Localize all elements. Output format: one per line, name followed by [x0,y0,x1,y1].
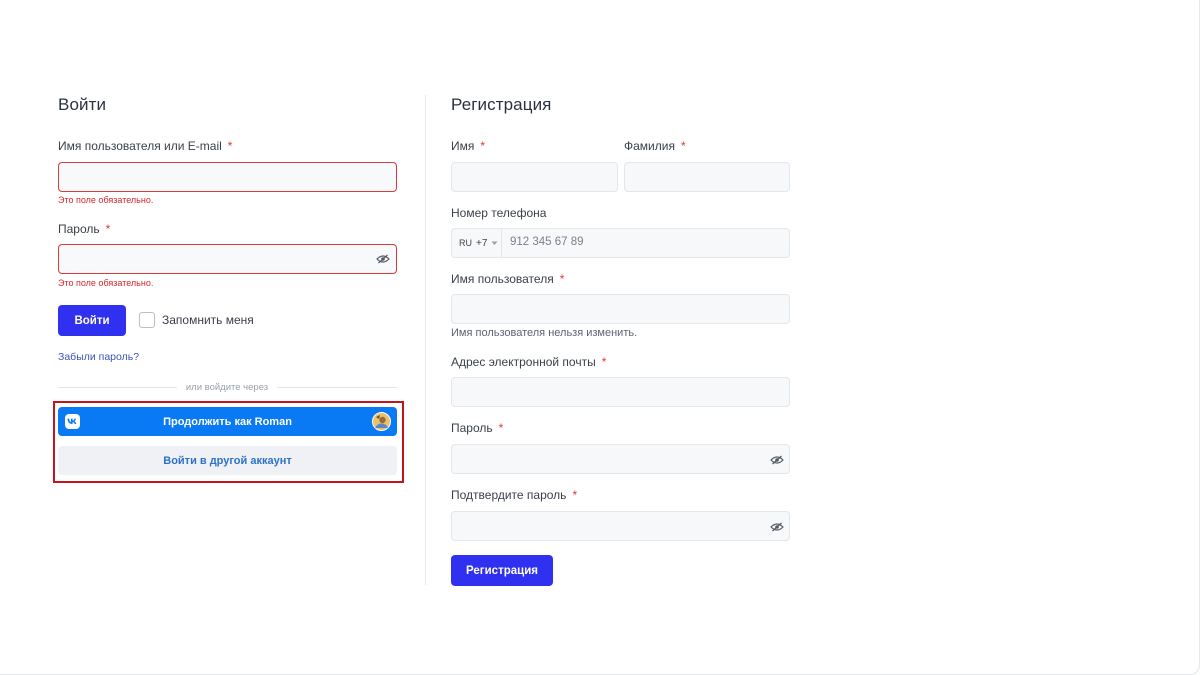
login-username-error: Это поле обязательно. [58,195,154,205]
remember-me-checkbox[interactable] [139,312,155,328]
divider-left [58,387,177,388]
required-mark: * [601,355,607,369]
divider-right [277,387,397,388]
chevron-down-icon [491,241,498,245]
last-name-input[interactable] [624,162,790,192]
register-username-input[interactable] [451,294,790,324]
register-username-label: Имя пользователя * [451,272,565,286]
email-input[interactable] [451,377,790,407]
vk-logo-icon [65,414,80,429]
required-mark: * [559,272,565,286]
required-mark: * [227,139,233,153]
eye-slash-icon[interactable] [770,455,784,465]
eye-slash-icon[interactable] [770,522,784,532]
email-label: Адрес электронной почты * [451,355,607,369]
register-submit-button[interactable]: Регистрация [451,555,553,586]
column-separator [425,95,426,585]
other-account-button[interactable]: Войти в другой аккаунт [58,446,397,475]
phone-country: RU [459,238,472,248]
phone-code: +7 [476,237,488,249]
login-password-error: Это поле обязательно. [58,278,154,288]
eye-slash-icon[interactable] [376,254,390,264]
confirm-password-label: Подтвердите пароль * [451,488,578,502]
required-mark: * [105,222,111,236]
first-name-label: Имя * [451,139,486,153]
remember-me-label[interactable]: Запомнить меня [162,313,254,327]
login-password-label: Пароль * [58,222,111,236]
register-title: Регистрация [451,95,552,114]
required-mark: * [572,488,578,502]
phone-label: Номер телефона [451,206,547,220]
first-name-input[interactable] [451,162,618,192]
user-avatar [372,412,391,431]
required-mark: * [480,139,486,153]
last-name-label: Фамилия * [624,139,686,153]
required-mark: * [498,421,504,435]
phone-country-select[interactable]: RU +7 [451,228,502,258]
vk-continue-button[interactable]: Продолжить как Roman [58,407,397,436]
register-password-input[interactable] [451,444,790,474]
login-title: Войти [58,95,107,114]
required-mark: * [680,139,686,153]
phone-placeholder: 912 345 67 89 [510,236,584,248]
login-password-input[interactable] [58,244,397,274]
register-password-label: Пароль * [451,421,504,435]
username-hint: Имя пользователя нельзя изменить. [451,327,638,339]
login-username-label: Имя пользователя или E-mail * [58,139,233,153]
confirm-password-input[interactable] [451,511,790,541]
forgot-password-link[interactable]: Забыли пароль? [58,351,139,363]
login-submit-button[interactable]: Войти [58,305,126,336]
divider-text: или войдите через [185,382,269,393]
login-username-input[interactable] [58,162,397,192]
